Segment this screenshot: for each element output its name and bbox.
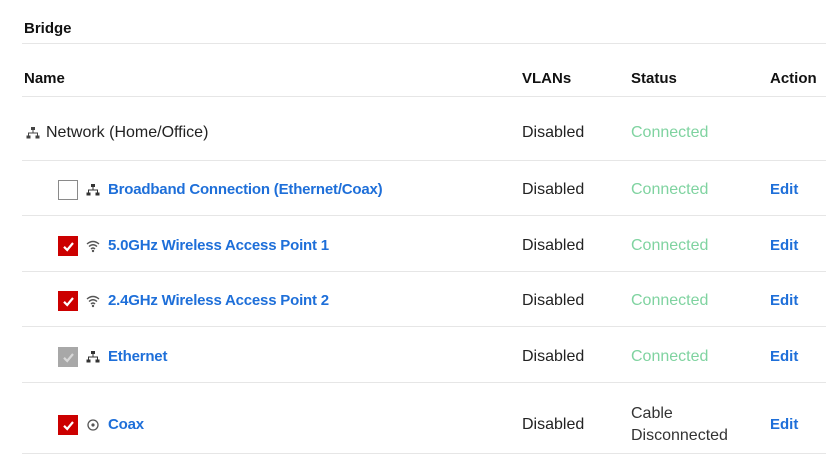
row-status: Connected <box>631 237 709 254</box>
wifi-24ghz-checkbox[interactable] <box>58 291 78 311</box>
network-icon <box>86 183 100 197</box>
edit-link[interactable]: Edit <box>770 236 798 256</box>
row-vlans: Disabled <box>522 181 585 198</box>
column-header-action: Action <box>770 70 817 87</box>
row-name-link[interactable]: 2.4GHz Wireless Access Point 2 <box>108 291 329 311</box>
divider <box>22 382 826 383</box>
network-icon <box>26 126 40 140</box>
column-header-vlans: VLANs <box>522 70 572 87</box>
divider <box>22 96 826 97</box>
row-name: Network (Home/Office) <box>46 124 209 141</box>
row-name-link[interactable]: Broadband Connection (Ethernet/Coax) <box>108 180 383 200</box>
row-status: Connected <box>631 124 709 141</box>
row-name-link[interactable]: 5.0GHz Wireless Access Point 1 <box>108 236 329 256</box>
row-status-line2: Disconnected <box>631 427 728 444</box>
wifi-icon <box>86 294 100 308</box>
checkmark-icon <box>62 296 74 307</box>
row-status: Connected <box>631 181 709 198</box>
row-status: Connected <box>631 348 709 365</box>
divider <box>22 453 826 454</box>
row-name-link[interactable]: Ethernet <box>108 347 167 367</box>
row-vlans: Disabled <box>522 416 585 433</box>
network-icon <box>86 350 100 364</box>
checkmark-icon <box>62 420 74 431</box>
wifi-5ghz-checkbox[interactable] <box>58 236 78 256</box>
column-header-status: Status <box>631 70 677 87</box>
edit-link[interactable]: Edit <box>770 180 798 200</box>
edit-link[interactable]: Edit <box>770 347 798 367</box>
divider <box>22 326 826 327</box>
divider <box>22 160 826 161</box>
row-status: Cable Disconnected <box>631 403 728 447</box>
section-title: Bridge <box>24 20 72 37</box>
edit-link[interactable]: Edit <box>770 415 798 435</box>
checkmark-icon <box>62 352 74 363</box>
divider <box>22 215 826 216</box>
divider <box>22 43 826 44</box>
row-status: Connected <box>631 292 709 309</box>
row-status-line1: Cable <box>631 405 673 422</box>
broadband-checkbox[interactable] <box>58 180 78 200</box>
row-vlans: Disabled <box>522 124 585 141</box>
coax-icon <box>86 418 100 432</box>
row-vlans: Disabled <box>522 237 585 254</box>
column-header-name: Name <box>24 70 65 87</box>
checkmark-icon <box>62 241 74 252</box>
coax-checkbox[interactable] <box>58 415 78 435</box>
edit-link[interactable]: Edit <box>770 291 798 311</box>
row-vlans: Disabled <box>522 292 585 309</box>
row-vlans: Disabled <box>522 348 585 365</box>
divider <box>22 271 826 272</box>
row-name-link[interactable]: Coax <box>108 415 144 435</box>
ethernet-checkbox <box>58 347 78 367</box>
wifi-icon <box>86 239 100 253</box>
